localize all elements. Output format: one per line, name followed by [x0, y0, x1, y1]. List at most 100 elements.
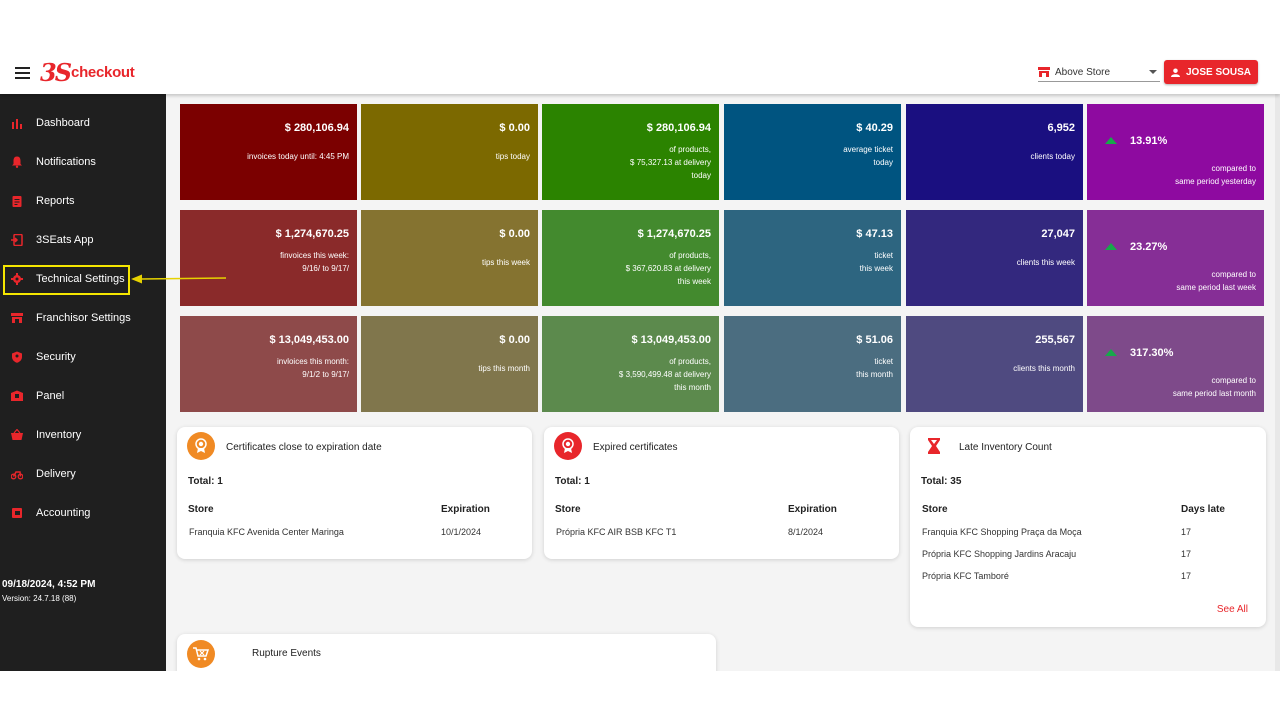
card-title: Late Inventory Count: [959, 442, 1052, 453]
logo[interactable]: 3S checkout: [40, 57, 135, 87]
kpi-caption: invloices this month: 9/1/2 to 9/17/: [276, 357, 349, 379]
kpi-value: $ 47.13: [856, 228, 893, 240]
kpi-caption: average ticket today: [843, 145, 893, 167]
basket-icon: [11, 429, 23, 440]
sidebar-item-3seats-app[interactable]: 3SEats App: [0, 227, 166, 253]
kpi-ticket-month[interactable]: $ 51.06 ticket this month: [724, 316, 901, 412]
kpi-value: 23.27%: [1130, 241, 1168, 253]
kpi-value: $ 51.06: [856, 334, 893, 346]
column-header-expiration: Expiration: [788, 504, 837, 515]
table-cell-store: Própria KFC AIR BSB KFC T1: [556, 527, 677, 537]
sidebar-item-franchisor-settings[interactable]: Franchisor Settings: [0, 305, 166, 331]
sidebar-item-dashboard[interactable]: Dashboard: [0, 110, 166, 136]
kpi-invoices-month[interactable]: $ 13,049,453.00 invloices this month: 9/1…: [180, 316, 357, 412]
kpi-tips-week[interactable]: $ 0.00 tips this week: [361, 210, 538, 306]
menu-icon[interactable]: [15, 67, 30, 79]
store-icon: [11, 313, 23, 323]
kpi-ticket-week[interactable]: $ 47.13 ticket this week: [724, 210, 901, 306]
kpi-caption: invoices today until: 4:45 PM: [247, 152, 349, 161]
kpi-caption: tips this month: [478, 364, 530, 373]
sidebar-item-inventory[interactable]: Inventory: [0, 422, 166, 448]
clipboard-icon: [12, 196, 22, 207]
kpi-clients-month[interactable]: 255,567 clients this month: [906, 316, 1083, 412]
kpi-value: $ 280,106.94: [646, 122, 711, 134]
kpi-tips-today[interactable]: $ 0.00 tips today: [361, 104, 538, 200]
sidebar-item-security[interactable]: Security: [0, 344, 166, 370]
kpi-invoices-week[interactable]: $ 1,274,670.25 finvoices this week: 9/16/…: [180, 210, 357, 306]
motorcycle-icon: [11, 471, 23, 480]
sidebar-item-accounting[interactable]: Accounting: [0, 500, 166, 526]
certificates-expiring-card: Certificates close to expiration date To…: [177, 427, 532, 559]
kpi-caption: ticket this week: [859, 251, 893, 273]
expired-certificates-card: Expired certificates Total: 1 Store Expi…: [544, 427, 899, 559]
current-datetime: 09/18/2024, 4:52 PM: [2, 579, 96, 590]
table-cell-days: 17: [1181, 571, 1192, 581]
kpi-trend-today[interactable]: 13.91% compared to same period yesterday: [1087, 104, 1264, 200]
kpi-invoices-today[interactable]: $ 280,106.94 invoices today until: 4:45 …: [180, 104, 357, 200]
sidebar-item-label: Security: [36, 351, 76, 363]
sidebar-item-notifications[interactable]: Notifications: [0, 149, 166, 175]
kpi-caption: finvoices this week: 9/16/ to 9/17/: [280, 251, 349, 273]
panel-icon: [11, 390, 23, 401]
kpi-tips-month[interactable]: $ 0.00 tips this month: [361, 316, 538, 412]
sidebar-item-label: 3SEats App: [36, 234, 94, 246]
kpi-trend-month[interactable]: 317.30% compared to same period last mont…: [1087, 316, 1264, 412]
table-cell-expiration: 8/1/2024: [788, 527, 824, 537]
kpi-clients-week[interactable]: 27,047 clients this week: [906, 210, 1083, 306]
kpi-value: 13.91%: [1130, 135, 1168, 147]
annotation-arrow: [131, 274, 227, 284]
sidebar-item-panel[interactable]: Panel: [0, 383, 166, 409]
sidebar-item-label: Panel: [36, 390, 65, 402]
kpi-ticket-today[interactable]: $ 40.29 average ticket today: [724, 104, 901, 200]
kpi-value: $ 0.00: [499, 122, 530, 134]
kpi-products-week[interactable]: $ 1,274,670.25 of products, $ 367,620.83 …: [542, 210, 719, 306]
version-label: Version: 24.7.18 (88): [2, 594, 77, 603]
scrollbar[interactable]: [1275, 94, 1280, 671]
kpi-value: $ 1,274,670.25: [637, 228, 711, 240]
sidebar-item-label: Accounting: [36, 507, 91, 519]
trend-up-icon: [1105, 349, 1117, 356]
kpi-caption: clients this week: [1016, 258, 1075, 267]
trend-up-icon: [1105, 243, 1117, 250]
logo-mark: 3S: [40, 57, 72, 87]
kpi-products-today[interactable]: $ 280,106.94 of products, $ 75,327.13 at …: [542, 104, 719, 200]
kpi-value: $ 0.00: [499, 228, 530, 240]
sidebar-footer: 09/18/2024, 4:52 PM Version: 24.7.18 (88…: [2, 579, 95, 603]
card-title: Certificates close to expiration date: [226, 442, 382, 453]
table-cell-store: Franquia KFC Shopping Praça da Moça: [922, 527, 1082, 537]
sidebar-item-label: Dashboard: [36, 117, 90, 129]
see-all-link[interactable]: See All: [1217, 604, 1248, 615]
bell-icon: [12, 156, 22, 168]
kpi-value: $ 1,274,670.25: [275, 228, 349, 240]
card-total: Total: 35: [921, 476, 962, 487]
kpi-value: $ 13,049,453.00: [269, 334, 349, 346]
sidebar-item-reports[interactable]: Reports: [0, 188, 166, 214]
sidebar-item-delivery[interactable]: Delivery: [0, 461, 166, 487]
kpi-trend-week[interactable]: 23.27% compared to same period last week: [1087, 210, 1264, 306]
column-header-expiration: Expiration: [441, 504, 490, 515]
kpi-value: $ 40.29: [856, 122, 893, 134]
kpi-value: $ 280,106.94: [284, 122, 349, 134]
ledger-icon: [12, 508, 22, 518]
column-header-store: Store: [555, 504, 581, 515]
store-selector[interactable]: Above Store: [1038, 63, 1160, 82]
phone-login-icon: [11, 234, 23, 246]
card-title: Rupture Events: [252, 648, 321, 659]
kpi-value: 255,567: [1035, 334, 1075, 346]
bar-chart-icon: [12, 119, 22, 129]
certificate-icon: [187, 432, 215, 460]
user-button[interactable]: JOSE SOUSA: [1164, 60, 1258, 84]
person-icon: [1170, 67, 1180, 77]
sidebar-item-label: Reports: [36, 195, 75, 207]
kpi-caption: compared to same period last week: [1176, 270, 1256, 292]
kpi-value: $ 0.00: [499, 334, 530, 346]
hourglass-icon: [920, 432, 948, 460]
kpi-caption: compared to same period yesterday: [1175, 164, 1256, 186]
kpi-caption: clients today: [1030, 152, 1075, 161]
store-selector-value: Above Store: [1055, 66, 1111, 78]
kpi-products-month[interactable]: $ 13,049,453.00 of products, $ 3,590,499.…: [542, 316, 719, 412]
kpi-clients-today[interactable]: 6,952 clients today: [906, 104, 1083, 200]
table-cell-store: Própria KFC Tamboré: [922, 571, 1009, 581]
rupture-events-card: Rupture Events: [177, 634, 716, 671]
top-bar: 3S checkout Above Store JOSE SOUSA: [0, 50, 1280, 94]
